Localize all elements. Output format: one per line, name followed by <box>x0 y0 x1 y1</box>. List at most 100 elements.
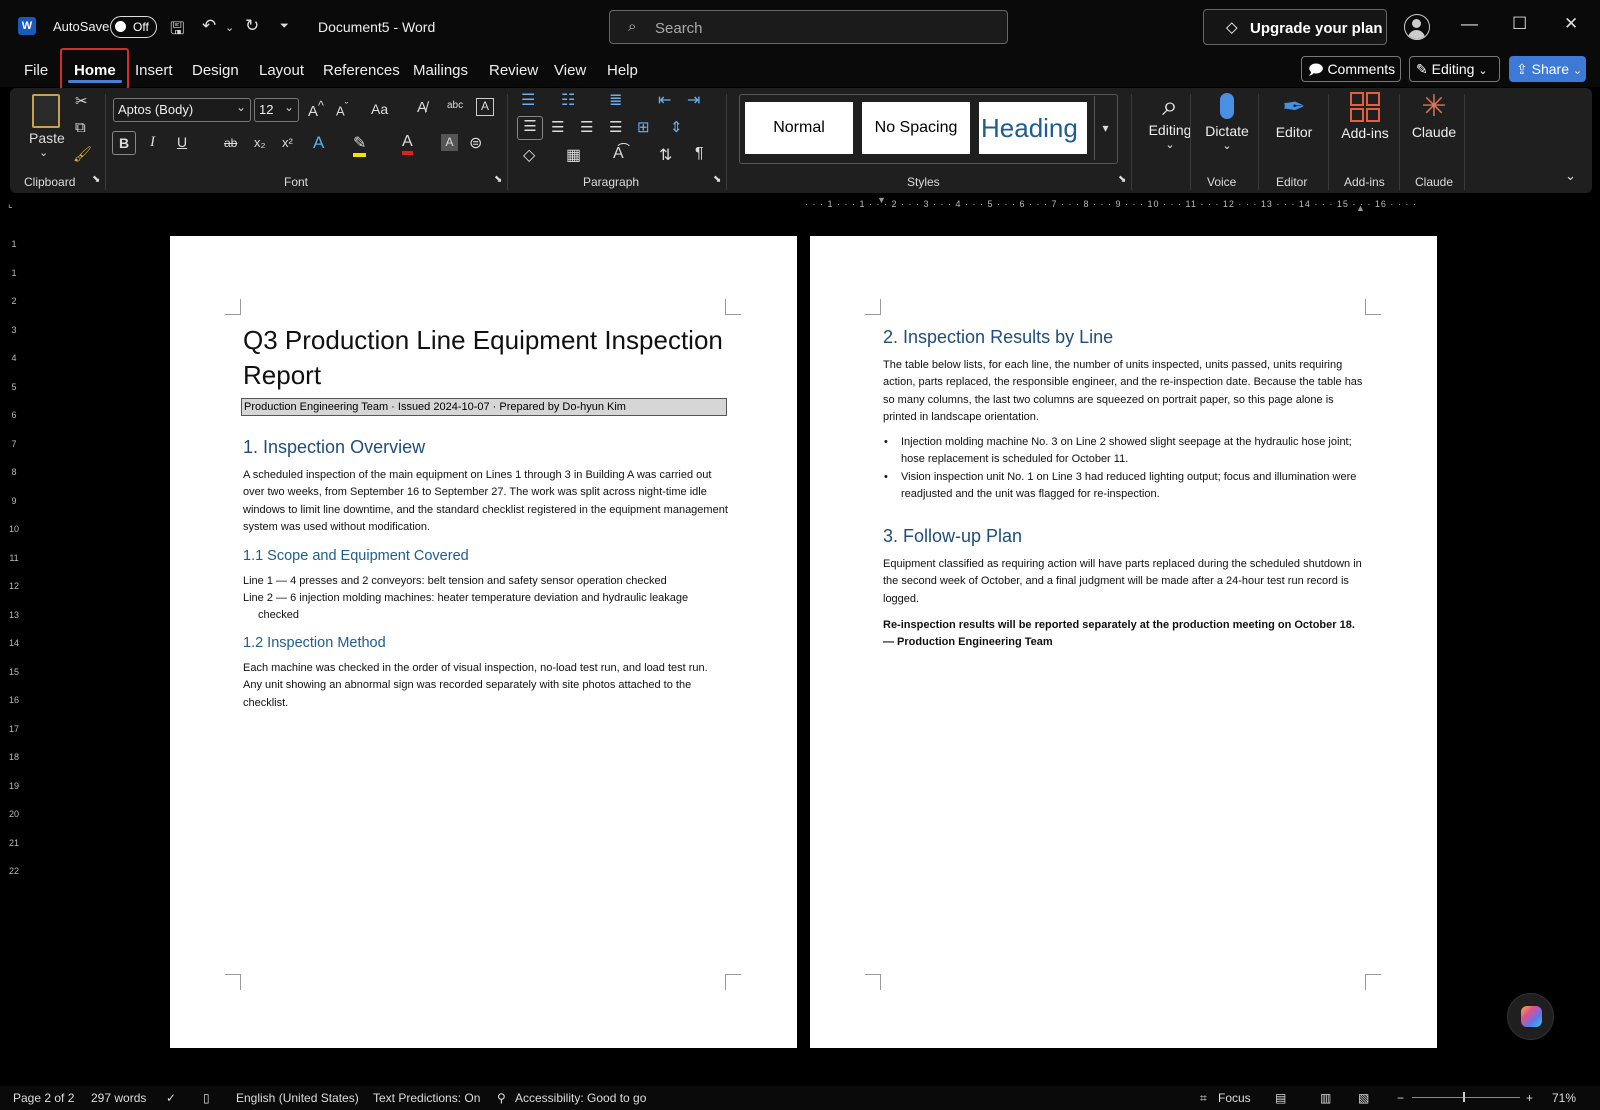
paragraph-launcher-icon[interactable]: ⬊ <box>713 174 721 185</box>
undo-icon[interactable]: ↶ <box>202 16 216 36</box>
subtitle-line[interactable]: Production Engineering Team · Issued 202… <box>241 398 727 416</box>
styles-more-icon[interactable]: ▾ <box>1094 96 1116 160</box>
sort-icon[interactable]: ⇅ <box>659 145 672 165</box>
read-mode-icon[interactable]: ▤ <box>1275 1091 1286 1105</box>
tab-review[interactable]: Review <box>489 62 538 79</box>
style-normal[interactable]: Normal <box>745 102 853 154</box>
comments-button[interactable]: 🗩 Comments <box>1301 56 1401 82</box>
text-effects-icon[interactable]: A <box>313 133 324 153</box>
copy-icon[interactable]: ⧉ <box>75 119 86 136</box>
zoom-level[interactable]: 71% <box>1552 1091 1576 1105</box>
maximize-icon[interactable]: ☐ <box>1512 14 1527 34</box>
follow-up-paragraph[interactable]: Equipment classified as requiring action… <box>883 556 1373 608</box>
font-name-select[interactable]: Aptos (Body) <box>113 96 251 122</box>
heading-scope[interactable]: 1.1 Scope and Equipment Covered <box>243 548 469 564</box>
minimize-icon[interactable]: — <box>1461 14 1478 34</box>
distributed-icon[interactable]: ⊞ <box>637 118 650 136</box>
enclose-characters-icon[interactable]: A <box>476 98 494 116</box>
spelling-check-icon[interactable]: ✓ <box>166 1091 176 1105</box>
align-center-icon[interactable]: ☰ <box>551 118 564 136</box>
italic-button[interactable]: I <box>150 134 155 151</box>
share-button[interactable]: ⇪ Share ⌄ <box>1509 56 1586 82</box>
heading-follow-up[interactable]: 3. Follow-up Plan <box>883 526 1022 547</box>
collapse-ribbon-icon[interactable]: ⌄ <box>1565 168 1576 184</box>
underline-button[interactable]: U <box>177 134 187 150</box>
scope-line-2[interactable]: Line 2 — 6 injection molding machines: h… <box>243 590 693 625</box>
right-indent-icon[interactable]: ▲ <box>1356 203 1365 213</box>
method-paragraph[interactable]: Each machine was checked in the order of… <box>243 660 713 712</box>
focus-icon[interactable]: ⌗ <box>1200 1091 1207 1106</box>
upgrade-plan-button[interactable]: ◇ Upgrade your plan <box>1203 9 1387 45</box>
page-count[interactable]: Page 2 of 2 <box>13 1091 74 1105</box>
scope-line-1[interactable]: Line 1 — 4 presses and 2 conveyors: belt… <box>243 573 728 590</box>
dictate-button[interactable]: Dictate ⌄ <box>1200 90 1254 152</box>
list-item[interactable]: Injection molding machine No. 3 on Line … <box>883 434 1368 469</box>
justify-icon[interactable]: ☰ <box>609 118 622 136</box>
word-count[interactable]: 297 words <box>91 1091 146 1105</box>
paste-dropdown-icon[interactable]: ⌄ <box>39 146 48 159</box>
tab-references[interactable]: References <box>323 62 400 79</box>
page-2[interactable]: 2. Inspection Results by Line The table … <box>810 236 1437 1048</box>
tab-view[interactable]: View <box>554 62 586 79</box>
closing-statement[interactable]: Re-inspection results will be reported s… <box>883 617 1363 652</box>
shading-icon[interactable]: ◇ <box>523 145 535 165</box>
paste-icon[interactable] <box>32 94 60 128</box>
zoom-slider-thumb[interactable] <box>1463 1092 1465 1102</box>
font-launcher-icon[interactable]: ⬊ <box>494 174 502 185</box>
customize-toolbar-icon[interactable]: ⏷ <box>280 20 289 33</box>
style-heading-1[interactable]: Heading 1 <box>979 102 1087 154</box>
overview-paragraph[interactable]: A scheduled inspection of the main equip… <box>243 467 728 537</box>
bullets-icon[interactable]: ☰ <box>521 90 535 110</box>
copilot-button[interactable] <box>1507 993 1554 1040</box>
line-spacing-icon[interactable]: ⇕ <box>670 118 683 136</box>
tab-insert[interactable]: Insert <box>135 62 173 79</box>
undo-dropdown-icon[interactable]: ⌄ <box>225 21 234 34</box>
read-aloud-icon[interactable]: ▯ <box>203 1091 210 1105</box>
list-item[interactable]: Vision inspection unit No. 1 on Line 3 h… <box>883 469 1368 504</box>
decrease-indent-icon[interactable]: ⇤ <box>658 90 671 110</box>
strikethrough-button[interactable]: ab <box>224 136 237 150</box>
styles-launcher-icon[interactable]: ⬊ <box>1118 174 1126 185</box>
page-1[interactable]: Q3 Production Line Equipment Inspection … <box>170 236 797 1048</box>
shrink-font-icon[interactable]: Aˇ <box>336 101 348 118</box>
add-ins-button[interactable]: Add-ins <box>1332 90 1398 141</box>
change-case-button[interactable]: Aa <box>371 101 388 117</box>
editing-mode-button[interactable]: ✎ Editing ⌄ <box>1409 56 1500 82</box>
accessibility-status[interactable]: Accessibility: Good to go <box>515 1091 646 1105</box>
highlight-icon[interactable]: ✎ <box>353 133 367 157</box>
document-title-text[interactable]: Q3 Production Line Equipment Inspection … <box>243 323 728 393</box>
save-icon[interactable]: 🖫 <box>170 16 184 45</box>
zoom-slider[interactable] <box>1412 1097 1520 1098</box>
align-right-icon[interactable]: ☰ <box>580 118 593 136</box>
character-border-icon[interactable]: ⊜ <box>469 133 482 153</box>
close-icon[interactable]: ✕ <box>1564 14 1578 34</box>
bold-button[interactable]: B <box>112 131 136 155</box>
tab-selector-icon[interactable]: ⌞ <box>8 199 13 210</box>
grow-font-icon[interactable]: A^ <box>308 99 324 120</box>
paste-label[interactable]: Paste <box>29 130 65 146</box>
heading-results[interactable]: 2. Inspection Results by Line <box>883 327 1113 348</box>
clear-formatting-icon[interactable]: A̸ <box>417 99 427 116</box>
zoom-in-icon[interactable]: + <box>1526 1091 1533 1105</box>
phonetic-guide-icon[interactable]: abc <box>447 100 463 111</box>
heading-inspection-overview[interactable]: 1. Inspection Overview <box>243 437 425 458</box>
search-box[interactable]: ⌕ Search <box>609 10 1008 44</box>
multilevel-list-icon[interactable]: ≣ <box>609 90 622 110</box>
editor-button[interactable]: ✒ Editor <box>1264 90 1324 140</box>
increase-indent-icon[interactable]: ⇥ <box>687 90 700 110</box>
subscript-button[interactable]: x₂ <box>254 135 266 150</box>
text-predictions-status[interactable]: Text Predictions: On <box>373 1091 480 1105</box>
claude-button[interactable]: ✳ Claude <box>1403 90 1465 140</box>
results-paragraph[interactable]: The table below lists, for each line, th… <box>883 357 1368 427</box>
font-color-icon[interactable]: A <box>402 133 413 155</box>
borders-icon[interactable]: ▦ <box>566 145 581 165</box>
focus-label[interactable]: Focus <box>1218 1091 1251 1105</box>
language-status[interactable]: English (United States) <box>236 1091 359 1105</box>
numbering-icon[interactable]: ☷ <box>561 90 575 110</box>
print-layout-icon[interactable]: ▥ <box>1320 1091 1331 1105</box>
asian-layout-icon[interactable]: A͡ <box>613 145 624 163</box>
tab-mailings[interactable]: Mailings <box>413 62 468 79</box>
font-size-select[interactable]: 12 <box>254 96 299 122</box>
clipboard-launcher-icon[interactable]: ⬊ <box>92 174 100 185</box>
web-layout-icon[interactable]: ▧ <box>1358 1091 1369 1105</box>
